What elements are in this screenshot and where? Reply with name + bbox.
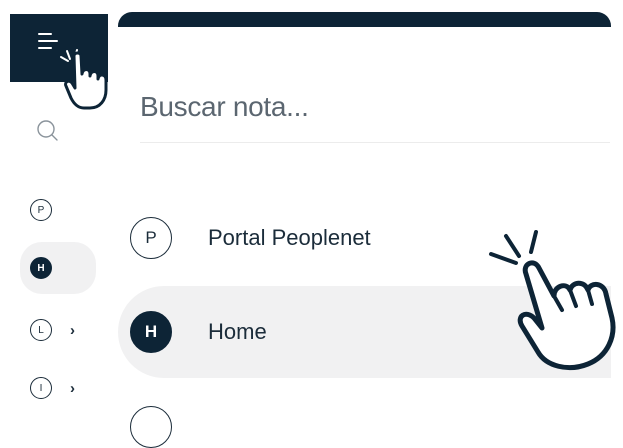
sidebar-item-i[interactable]: I › xyxy=(20,362,96,414)
sidebar: P H L › I › xyxy=(0,0,118,419)
sidebar-item-initial: L xyxy=(30,319,52,341)
panel-header-bar xyxy=(118,12,611,27)
search-icon xyxy=(37,120,58,141)
search-input[interactable]: Buscar nota... xyxy=(140,72,610,143)
note-label: Home xyxy=(208,319,267,344)
note-initial-partial xyxy=(130,406,172,448)
search-placeholder: Buscar nota... xyxy=(140,91,309,122)
sidebar-item-p[interactable]: P xyxy=(20,184,96,236)
chevron-right-icon[interactable]: › xyxy=(70,380,75,397)
sidebar-item-l[interactable]: L › xyxy=(20,304,96,356)
sidebar-item-initial: P xyxy=(30,199,52,221)
tap-hand-icon xyxy=(489,230,616,370)
sidebar-item-initial: I xyxy=(30,377,52,399)
sidebar-item-h[interactable]: H xyxy=(20,242,96,294)
pointer-hand-icon xyxy=(64,51,108,110)
note-initial: H xyxy=(130,311,172,353)
sidebar-item-initial: H xyxy=(30,257,52,279)
note-initial: P xyxy=(130,217,172,259)
note-label: Portal Peoplenet xyxy=(208,225,371,250)
chevron-right-icon[interactable]: › xyxy=(70,322,75,339)
sidebar-search-button[interactable] xyxy=(34,117,62,145)
